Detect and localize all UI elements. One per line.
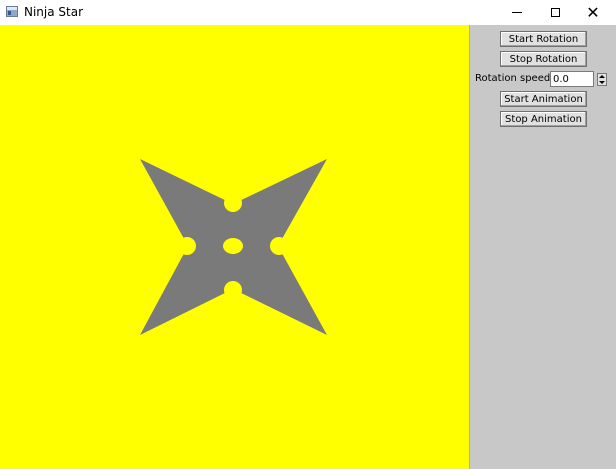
spin-up-button[interactable] — [598, 74, 606, 79]
start-animation-button[interactable]: Start Animation — [500, 91, 587, 107]
control-panel: Start Rotation Stop Rotation Rotation sp… — [469, 25, 616, 469]
stop-rotation-button[interactable]: Stop Rotation — [500, 51, 587, 67]
maximize-button[interactable] — [537, 0, 573, 25]
title-bar[interactable]: Ninja Star ✕ — [0, 0, 616, 25]
maximize-icon — [550, 8, 560, 17]
rotation-speed-spinner[interactable] — [597, 73, 607, 86]
start-rotation-button[interactable]: Start Rotation — [500, 31, 587, 47]
close-button[interactable]: ✕ — [575, 0, 611, 25]
rotation-speed-input[interactable] — [550, 71, 594, 87]
rotation-speed-label: Rotation speed — [475, 73, 551, 84]
close-icon: ✕ — [586, 2, 600, 22]
chevron-up-icon — [599, 75, 605, 78]
minimize-icon — [512, 12, 522, 13]
star-hole-right — [270, 237, 288, 255]
star-hole-bottom — [224, 281, 242, 299]
minimize-button[interactable] — [499, 0, 535, 25]
rotation-speed-row: Rotation speed — [475, 71, 615, 87]
star-hole-top — [224, 194, 242, 212]
spin-down-button[interactable] — [598, 80, 606, 85]
stop-animation-button[interactable]: Stop Animation — [500, 111, 587, 127]
window-title: Ninja Star — [24, 5, 84, 19]
app-icon — [6, 6, 18, 17]
drawing-canvas[interactable] — [0, 25, 469, 469]
star-hole-left — [178, 237, 196, 255]
star-hole-center — [223, 238, 243, 254]
chevron-down-icon — [599, 81, 605, 84]
ninja-star-drawing — [140, 159, 327, 335]
app-window: Ninja Star ✕ Start Rotation Stop Rotatio… — [0, 0, 616, 469]
